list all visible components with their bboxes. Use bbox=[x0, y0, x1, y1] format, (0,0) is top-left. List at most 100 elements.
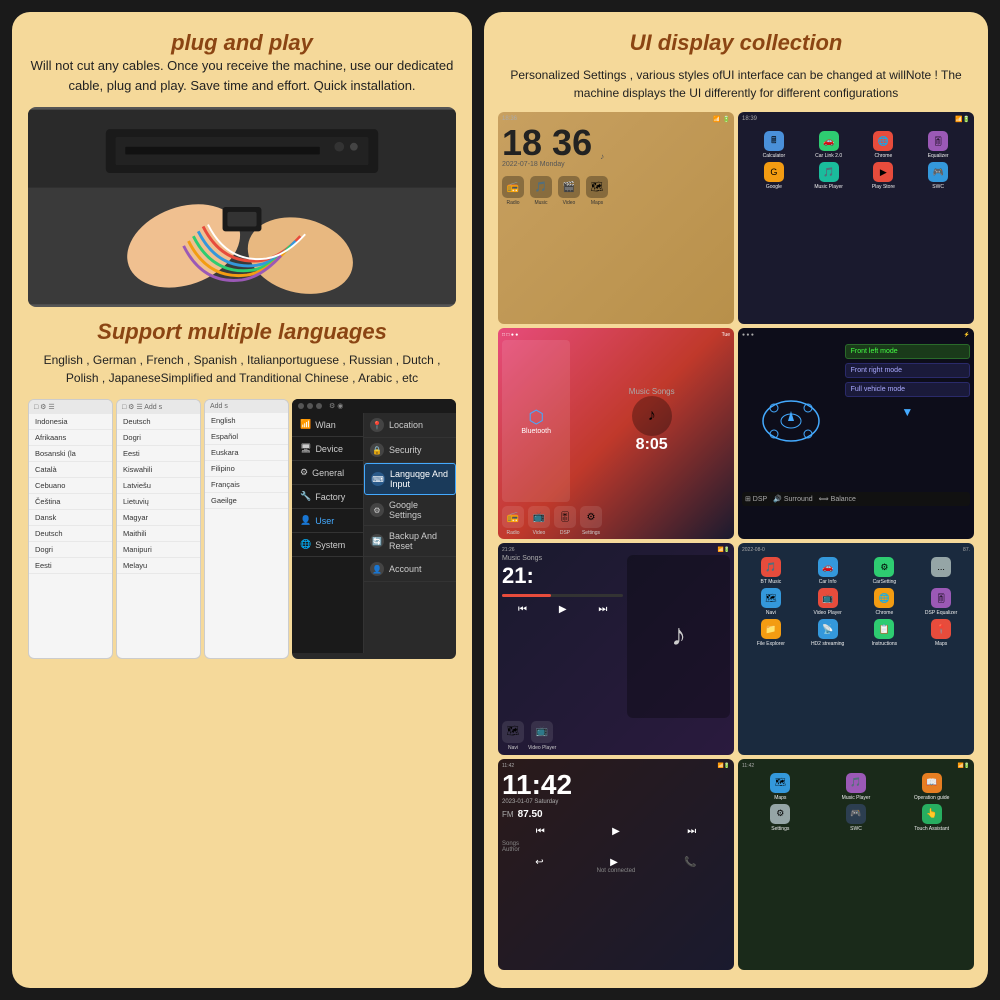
ui5-statusbar: 21:26📶🔋 bbox=[502, 547, 730, 553]
ui4-front-left[interactable]: Front left mode bbox=[845, 344, 970, 359]
videoplayer-icon: 📺 bbox=[818, 588, 838, 608]
ui8-swc: 🎮 SWC bbox=[820, 804, 893, 832]
sidebar-device[interactable]: 🖥 Device bbox=[292, 437, 363, 461]
google-label: Google Settings bbox=[389, 500, 450, 520]
ui7-songs: SongsAuthor bbox=[502, 841, 730, 853]
general-label: General bbox=[312, 468, 344, 478]
content-account[interactable]: 👤 Account bbox=[364, 557, 456, 582]
phone-icon[interactable]: 📞 bbox=[684, 857, 696, 868]
fm-label: FM bbox=[502, 810, 514, 819]
ui7-statusbar: 11:42📶🔋 bbox=[502, 763, 730, 769]
ui2-overlay: 18:39📶🔋 🖩 Calculator 🚗 Car Link 2.0 🌐 bbox=[738, 112, 974, 324]
ui6-dsp: 🎚 DSP Equalizer bbox=[914, 588, 968, 616]
ui4-down-arrow: ▼ bbox=[845, 405, 970, 419]
account-icon: 👤 bbox=[370, 562, 384, 576]
sidebar-general[interactable]: ⚙ General bbox=[292, 461, 363, 485]
left-panel: plug and play Will not cut any cables. O… bbox=[12, 12, 472, 988]
lang-item: Català bbox=[29, 462, 112, 478]
ui3-statusbar: □ □ ● ●Tue bbox=[502, 332, 730, 338]
ui6-carsetting: ⚙ CarSetting bbox=[858, 557, 912, 585]
ui8-app-grid: 🗺 Maps 🎵 Music Player 📖 Operation guide bbox=[742, 771, 970, 834]
next-icon[interactable]: ⏭ bbox=[687, 826, 696, 837]
ui5-navi: 🗺 Navi bbox=[502, 721, 524, 751]
sidebar-system[interactable]: 🌐 System bbox=[292, 533, 363, 557]
ui2-carlink: 🚗 Car Link 2.0 bbox=[803, 131, 855, 159]
ui4-full-vehicle[interactable]: Full vehicle mode bbox=[845, 382, 970, 397]
lang-item: Eesti bbox=[29, 558, 112, 574]
lang-item: Eesti bbox=[117, 446, 200, 462]
music-label: Music bbox=[534, 200, 547, 206]
ui6-fileexplorer: 📁 File Explorer bbox=[744, 619, 798, 647]
ui8-overlay: 11:42📶🔋 🗺 Maps 🎵 Music Player 📖 bbox=[738, 759, 974, 971]
lang-item: Dogri bbox=[117, 430, 200, 446]
lang-item: Čeština bbox=[29, 494, 112, 510]
lang-item: Bosanski (la bbox=[29, 446, 112, 462]
carsetting-icon: ⚙ bbox=[874, 557, 894, 577]
musicplayer-label: Music Player bbox=[814, 184, 843, 190]
maps-label: Maps bbox=[774, 795, 786, 801]
settings2-icon: ⚙ bbox=[770, 804, 790, 824]
ui-screenshot-8: 11:42📶🔋 🗺 Maps 🎵 Music Player 📖 bbox=[738, 759, 974, 971]
right-panel: UI display collection Personalized Setti… bbox=[484, 12, 988, 988]
play2-icon[interactable]: ▶ bbox=[610, 857, 618, 868]
ui4-front-right[interactable]: Front right mode bbox=[845, 363, 970, 378]
ui5-left: Music Songs 21: ⏮ ▶ ⏭ bbox=[502, 555, 623, 718]
content-google[interactable]: ⚙ Google Settings bbox=[364, 495, 456, 526]
prev-icon[interactable]: ⏮ bbox=[536, 826, 545, 837]
ui2-musicplayer: 🎵 Music Player bbox=[803, 162, 855, 190]
next-icon[interactable]: ⏭ bbox=[598, 604, 607, 615]
lang-screen-2: □ ⚙ ☰ Add s Deutsch Dogri Eesti Kiswahil… bbox=[116, 399, 201, 659]
plug-and-play-section: plug and play Will not cut any cables. O… bbox=[28, 30, 456, 95]
content-location[interactable]: 📍 Location bbox=[364, 413, 456, 438]
ui8-musicplayer: 🎵 Music Player bbox=[820, 773, 893, 801]
swc-icon: 🎮 bbox=[846, 804, 866, 824]
lang-item: Indonesia bbox=[29, 414, 112, 430]
content-security[interactable]: 🔒 Security bbox=[364, 438, 456, 463]
musicplayer-label: Music Player bbox=[842, 795, 871, 801]
languages-section: Support multiple languages English , Ger… bbox=[28, 319, 456, 387]
backup-icon: 🔄 bbox=[370, 534, 384, 548]
ui1-radio: 📻 Radio bbox=[502, 176, 524, 206]
sidebar-wlan[interactable]: 📶 Wlan bbox=[292, 413, 363, 437]
wlan-label: Wlan bbox=[315, 420, 336, 430]
instructions-label: Instructions bbox=[872, 641, 898, 647]
sidebar-user[interactable]: 👤 User bbox=[292, 509, 363, 533]
fileexplorer-icon: 📁 bbox=[761, 619, 781, 639]
musicplayer-icon: 🎵 bbox=[819, 162, 839, 182]
lang-item: Latviešu bbox=[117, 478, 200, 494]
ui3-settings: ⚙ Settings bbox=[580, 506, 602, 536]
ui6-overlay: 2022-08-087. 🎵 BT Music 🚗 Car Info ⚙ bbox=[738, 543, 974, 755]
lang-item: Cebuano bbox=[29, 478, 112, 494]
maps-icon: 🗺 bbox=[586, 176, 608, 198]
ui3-content: ⬡ Bluetooth Music Songs ♪ 8:05 bbox=[502, 340, 730, 503]
ui1-overlay: 18:36📶 🔋 18 36 ♪ 2022-07-18 Monday 📻 Rad… bbox=[498, 112, 734, 324]
ui5-progress-bar bbox=[502, 594, 623, 597]
ui4-content: Front left mode Front right mode Full ve… bbox=[742, 340, 970, 493]
play-icon[interactable]: ▶ bbox=[559, 604, 567, 615]
content-language[interactable]: ⌨ Languqge And Input bbox=[364, 463, 456, 495]
carlink-label: Car Link 2.0 bbox=[815, 153, 842, 159]
loop-icon[interactable]: ↩ bbox=[535, 857, 543, 868]
ui3-overlay: □ □ ● ●Tue ⬡ Bluetooth Music Songs ♪ 8:0… bbox=[498, 328, 734, 540]
ui3-bottom-icons: 📻 Radio 📺 Video 🎚 DSP ⚙ bbox=[502, 506, 730, 536]
backup-label: Backup And Reset bbox=[389, 531, 450, 551]
ui6-hd2: 📡 HD2 streaming bbox=[801, 619, 855, 647]
videoplayer-label: Video Player bbox=[528, 745, 556, 751]
ui-screenshot-2: 18:39📶🔋 🖩 Calculator 🚗 Car Link 2.0 🌐 bbox=[738, 112, 974, 324]
factory-label: Factory bbox=[315, 492, 345, 502]
plug-and-play-title: plug and play bbox=[28, 30, 456, 56]
radio-label: Radio bbox=[506, 530, 519, 536]
instructions-icon: 📋 bbox=[874, 619, 894, 639]
ui6-btmusic: 🎵 BT Music bbox=[744, 557, 798, 585]
lang-item: Filipino bbox=[205, 461, 288, 477]
sidebar-factory[interactable]: 🔧 Factory bbox=[292, 485, 363, 509]
ui3-music-songs: Music Songs bbox=[629, 387, 675, 396]
touchassist-icon: 👆 bbox=[922, 804, 942, 824]
video-icon: 🎬 bbox=[558, 176, 580, 198]
lang-item: Dansk bbox=[29, 510, 112, 526]
prev-icon[interactable]: ⏮ bbox=[518, 604, 527, 615]
ui4-overlay: ● ● ●⚡ bbox=[738, 328, 974, 540]
content-backup[interactable]: 🔄 Backup And Reset bbox=[364, 526, 456, 557]
ui7-time: 11:42 bbox=[502, 771, 730, 799]
play-icon[interactable]: ▶ bbox=[612, 826, 620, 837]
